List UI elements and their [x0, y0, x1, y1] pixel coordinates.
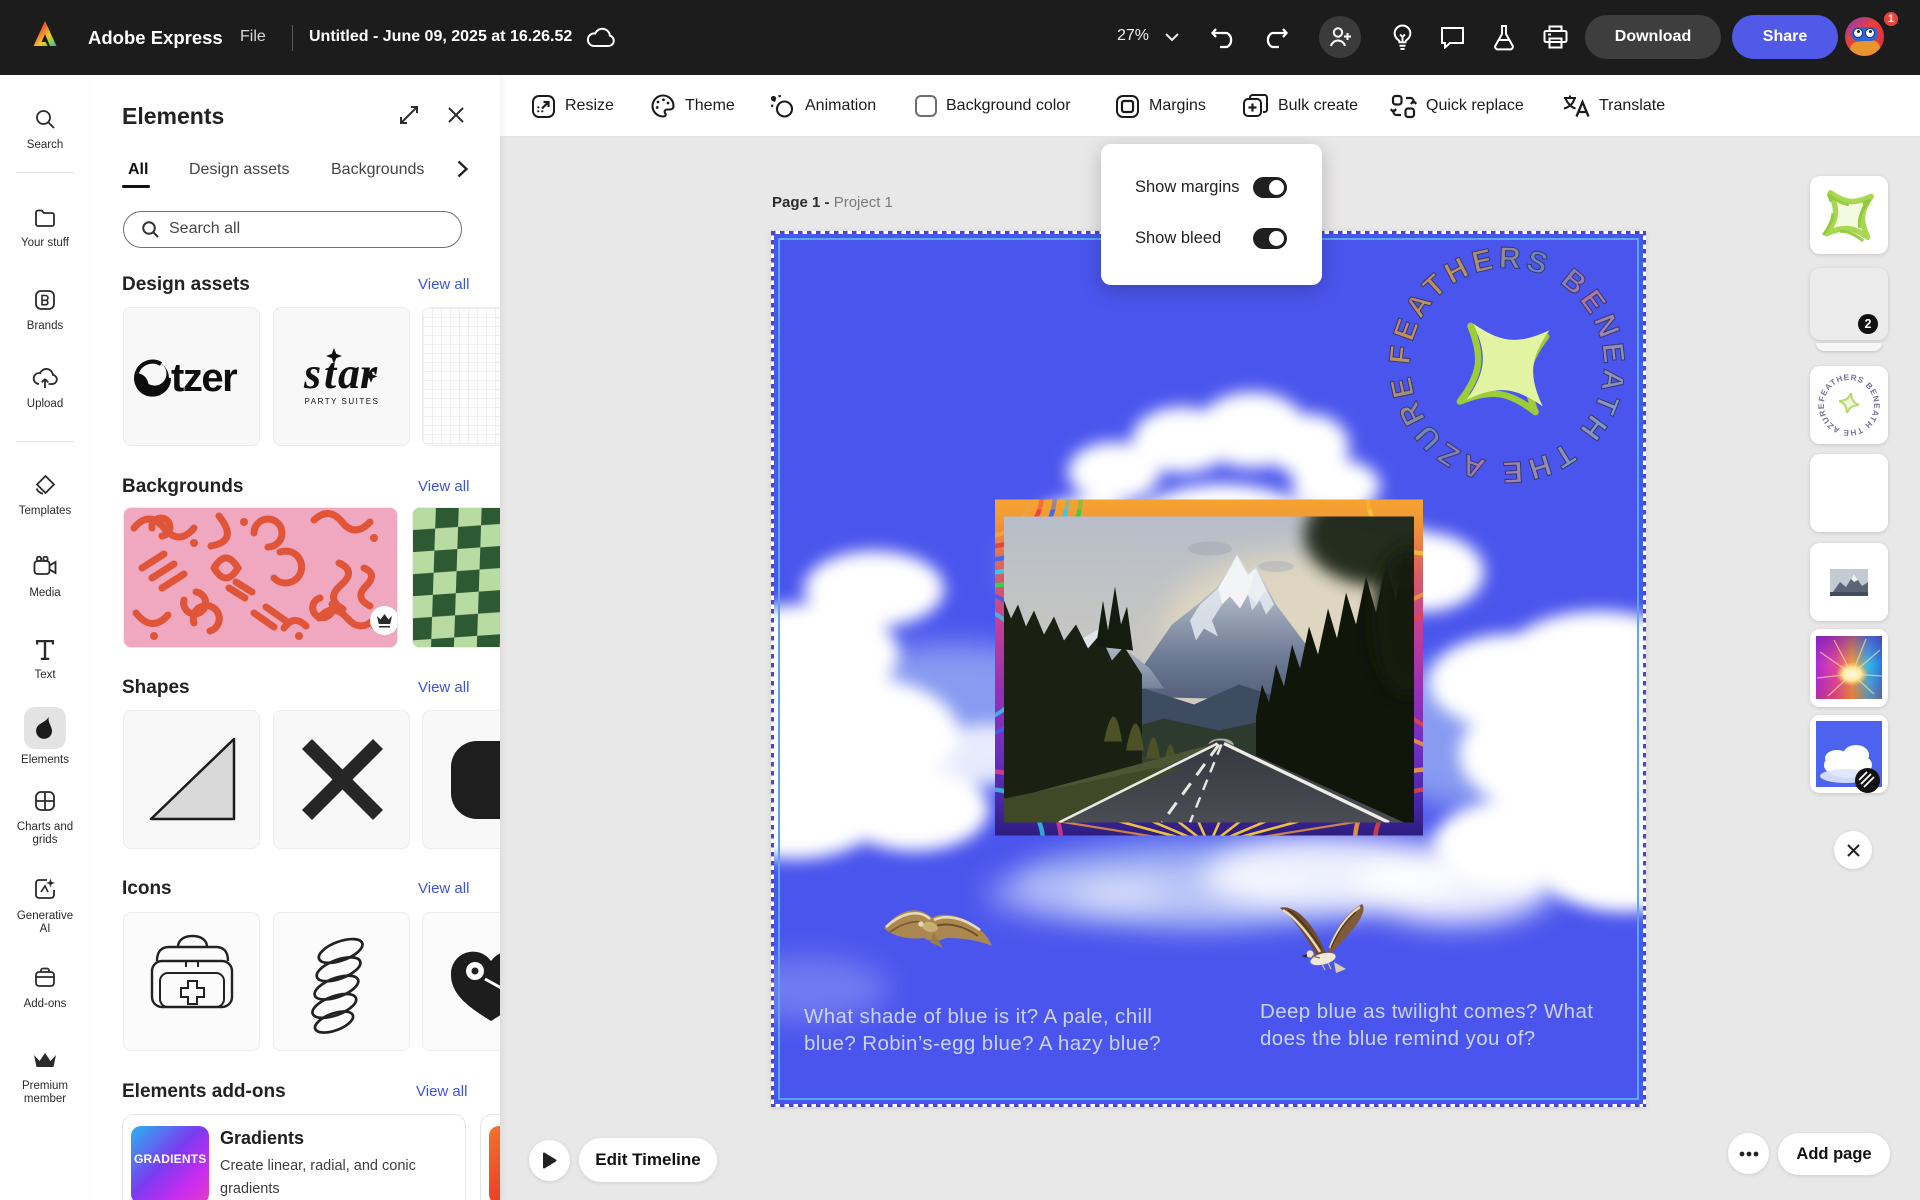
svg-text:s: s [303, 349, 321, 398]
svg-text:PARTY SUITES: PARTY SUITES [305, 397, 380, 406]
svg-text:a: a [338, 349, 360, 398]
svg-text:tzer: tzer [171, 356, 237, 400]
svg-text:r: r [360, 349, 378, 398]
